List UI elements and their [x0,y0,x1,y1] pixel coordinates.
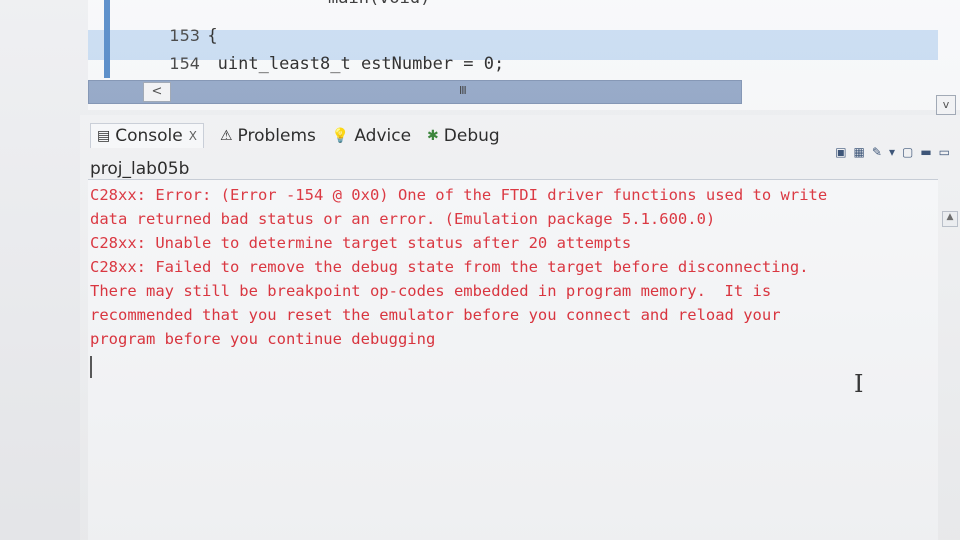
scroll-lock-icon[interactable]: ▦ [854,145,865,159]
ibeam-cursor-icon: I [854,370,864,398]
console-session-name: proj_lab05b [90,159,190,179]
tab-label: Advice [354,125,412,146]
console-line: program before you continue debugging [90,330,436,348]
console-line: C28xx: Failed to remove the debug state … [90,258,809,276]
console-line: There may still be breakpoint op-codes e… [90,282,772,300]
display-console-icon[interactable]: ▾ [889,145,895,159]
scroll-thumb-grip[interactable]: III [459,84,467,97]
tab-label: Debug [443,125,500,146]
text-caret [90,356,92,378]
tab-console[interactable]: ▤ Console X [90,123,204,148]
editor-horizontal-scrollbar[interactable]: < III [88,80,742,104]
console-line: data returned bad status or an error. (E… [90,210,716,228]
scroll-down-button[interactable]: v [936,95,956,115]
code-text: uint_least8_t estNumber = 0; [217,54,505,74]
minimize-icon[interactable]: ▬ [920,145,931,159]
console-icon: ▤ [97,128,111,144]
pin-console-icon[interactable]: ✎ [872,145,882,159]
partial-code-line: main(void) [328,0,430,8]
tab-label: Problems [237,125,316,146]
lightbulb-icon: 💡 [331,127,350,144]
console-toolbar: ▣ ▦ ✎ ▾ ▢ ▬ ▭ [835,145,950,159]
console-line: C28xx: Error: (Error -154 @ 0x0) One of … [90,186,828,204]
console-panel: ▤ Console X ⚠ Problems 💡 Advice ✱ Debug … [80,115,960,540]
tab-debug[interactable]: ✱ Debug [427,126,500,146]
console-line: recommended that you reset the emulator … [90,306,781,324]
new-console-icon[interactable]: ▢ [902,145,913,159]
bug-icon: ✱ [427,127,439,144]
problems-icon: ⚠ [219,127,233,144]
tab-problems[interactable]: ⚠ Problems [220,126,316,146]
tab-label: Console [115,126,183,146]
scroll-left-button[interactable]: < [143,82,171,102]
console-scroll-up-button[interactable]: ▲ [942,211,958,227]
console-line: C28xx: Unable to determine target status… [90,234,632,252]
maximize-icon[interactable]: ▭ [939,145,950,159]
tab-advice[interactable]: 💡 Advice [332,126,411,146]
view-tabs: ▤ Console X ⚠ Problems 💡 Advice ✱ Debug [90,123,516,148]
clear-console-icon[interactable]: ▣ [835,145,846,159]
console-output[interactable]: C28xx: Error: (Error -154 @ 0x0) One of … [88,179,938,540]
screen: main(void) 153{ 154 uint_least8_t estNum… [0,0,960,540]
close-icon[interactable]: X [189,129,197,143]
